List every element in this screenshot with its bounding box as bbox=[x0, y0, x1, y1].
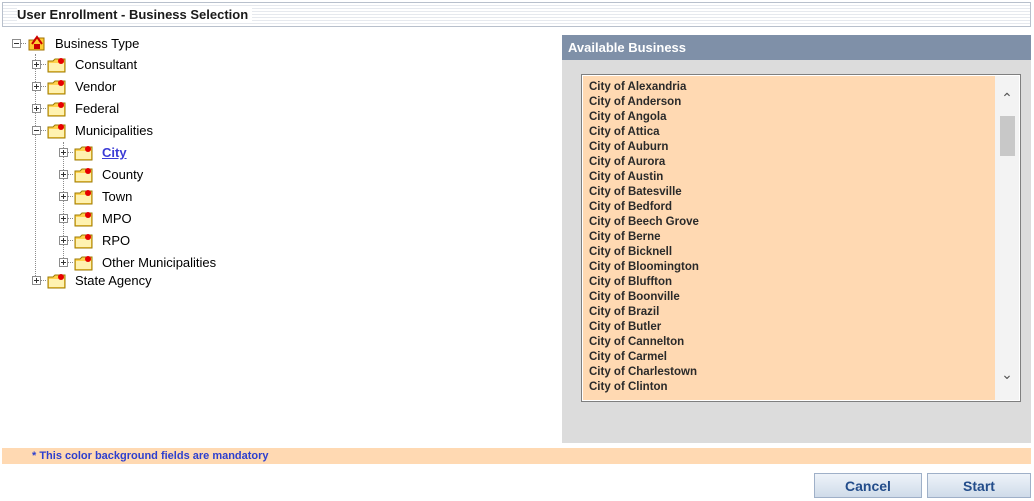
scroll-thumb[interactable] bbox=[1000, 116, 1015, 156]
expand-icon[interactable] bbox=[32, 276, 41, 285]
tree-label: Municipalities bbox=[75, 123, 154, 138]
list-item[interactable]: City of Alexandria bbox=[589, 80, 686, 95]
list-item[interactable]: City of Berne bbox=[589, 230, 661, 245]
list-item[interactable]: City of Butler bbox=[589, 320, 661, 335]
tree-label: Consultant bbox=[75, 57, 138, 72]
tree-label-selected[interactable]: City bbox=[102, 143, 127, 163]
list-item[interactable]: City of Charlestown bbox=[589, 365, 697, 380]
folder-star-icon bbox=[74, 212, 93, 227]
list-item[interactable]: City of Aurora bbox=[589, 155, 665, 170]
list-item[interactable]: City of Beech Grove bbox=[589, 215, 699, 230]
tree-line bbox=[41, 130, 46, 131]
folder-star-icon bbox=[74, 146, 93, 161]
folder-star-icon bbox=[74, 234, 93, 249]
list-item[interactable]: City of Bloomington bbox=[589, 260, 699, 275]
list-item[interactable]: City of Attica bbox=[589, 125, 660, 140]
tree-label: County bbox=[102, 167, 144, 182]
window-title: User Enrollment - Business Selection bbox=[17, 7, 253, 22]
tree-line bbox=[21, 43, 26, 44]
list-item[interactable]: City of Auburn bbox=[589, 140, 668, 155]
business-type-tree: Business Type Consultant Vendor Federal … bbox=[10, 30, 555, 430]
list-item[interactable]: City of Cannelton bbox=[589, 335, 684, 350]
tree-line bbox=[68, 218, 73, 219]
tree-line bbox=[41, 64, 46, 65]
list-item[interactable]: City of Brazil bbox=[589, 305, 659, 320]
tree-line bbox=[41, 108, 46, 109]
list-item[interactable]: City of Bluffton bbox=[589, 275, 672, 290]
tree-line bbox=[68, 152, 73, 153]
tree-label: Town bbox=[102, 189, 133, 204]
expand-icon[interactable] bbox=[59, 214, 68, 223]
list-item[interactable]: City of Bicknell bbox=[589, 245, 672, 260]
folder-star-icon bbox=[74, 256, 93, 271]
list-item[interactable]: City of Anderson bbox=[589, 95, 681, 110]
folder-star-icon bbox=[47, 58, 66, 73]
list-items: City of Alexandria City of Anderson City… bbox=[583, 76, 996, 400]
list-item[interactable]: City of Batesville bbox=[589, 185, 682, 200]
expand-icon[interactable] bbox=[32, 60, 41, 69]
collapse-icon[interactable] bbox=[32, 126, 41, 135]
cancel-button[interactable]: Cancel bbox=[814, 473, 922, 498]
root-folder-icon bbox=[28, 35, 45, 51]
folder-star-icon bbox=[74, 168, 93, 183]
title-bar: User Enrollment - Business Selection bbox=[2, 2, 1031, 27]
list-item[interactable]: City of Carmel bbox=[589, 350, 667, 365]
tree-label: State Agency bbox=[75, 273, 152, 288]
available-business-list[interactable]: City of Alexandria City of Anderson City… bbox=[581, 74, 1021, 402]
folder-star-icon bbox=[47, 124, 66, 139]
expand-icon[interactable] bbox=[59, 236, 68, 245]
folder-star-icon bbox=[74, 190, 93, 205]
chevron-up-icon[interactable]: ⌃ bbox=[995, 88, 1019, 108]
tree-label: Other Municipalities bbox=[102, 255, 217, 270]
tree-label: RPO bbox=[102, 233, 131, 248]
folder-star-icon bbox=[47, 102, 66, 117]
folder-star-icon bbox=[47, 80, 66, 95]
tree-label: Federal bbox=[75, 101, 120, 116]
tree-label: Vendor bbox=[75, 79, 117, 94]
tree-line bbox=[68, 174, 73, 175]
list-item[interactable]: City of Boonville bbox=[589, 290, 680, 305]
list-scrollbar[interactable]: ⌃ ⌄ bbox=[995, 76, 1019, 400]
list-item[interactable]: City of Clinton bbox=[589, 380, 668, 395]
folder-star-icon bbox=[47, 274, 66, 289]
expand-icon[interactable] bbox=[59, 148, 68, 157]
chevron-down-icon[interactable]: ⌄ bbox=[995, 364, 1019, 384]
mandatory-note: * This color background fields are manda… bbox=[2, 448, 1031, 464]
list-item[interactable]: City of Angola bbox=[589, 110, 667, 125]
tree-line bbox=[68, 240, 73, 241]
expand-icon[interactable] bbox=[59, 192, 68, 201]
expand-icon[interactable] bbox=[32, 104, 41, 113]
expand-icon[interactable] bbox=[32, 82, 41, 91]
list-item[interactable]: City of Bedford bbox=[589, 200, 672, 215]
list-item[interactable]: City of Austin bbox=[589, 170, 663, 185]
collapse-icon[interactable] bbox=[12, 39, 21, 48]
tree-line bbox=[41, 280, 46, 281]
tree-line bbox=[68, 196, 73, 197]
available-business-header: Available Business bbox=[562, 35, 1031, 60]
tree-line bbox=[41, 86, 46, 87]
tree-line bbox=[68, 262, 73, 263]
tree-label: MPO bbox=[102, 211, 132, 226]
start-button[interactable]: Start bbox=[927, 473, 1031, 498]
expand-icon[interactable] bbox=[59, 170, 68, 179]
expand-icon[interactable] bbox=[59, 258, 68, 267]
tree-label: Business Type bbox=[55, 36, 140, 51]
